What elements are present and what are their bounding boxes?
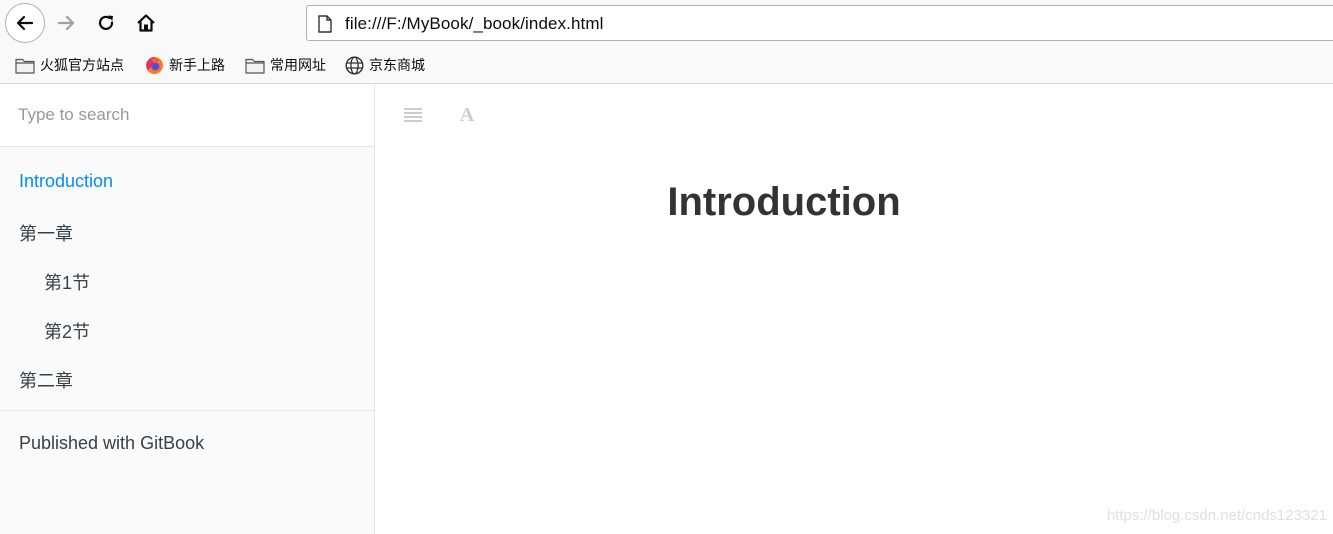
- toc-item-section-1[interactable]: 第1节: [44, 269, 90, 295]
- arrow-right-icon: [57, 15, 75, 31]
- folder-icon: [245, 58, 265, 74]
- search-input[interactable]: [0, 84, 374, 146]
- folder-icon: [15, 58, 35, 74]
- toc-item-chapter-1[interactable]: 第一章: [19, 220, 73, 246]
- globe-icon: [345, 55, 364, 75]
- home-icon: [137, 14, 155, 32]
- home-button[interactable]: [126, 3, 166, 43]
- page-title: Introduction: [667, 180, 901, 224]
- bookmark-getting-started[interactable]: 新手上路: [145, 55, 225, 75]
- toggle-sidebar-button[interactable]: [400, 102, 426, 128]
- menu-icon: [404, 108, 422, 122]
- arrow-left-icon: [16, 15, 34, 31]
- bookmarks-bar: 火狐官方站点 新手上路 常用网址 京东商城: [0, 46, 1333, 84]
- font-icon: A: [459, 103, 475, 126]
- url-text: file:///F:/MyBook/_book/index.html: [345, 14, 604, 33]
- toc-item-section-2[interactable]: 第2节: [44, 318, 90, 344]
- bookmark-label: 新手上路: [169, 57, 225, 73]
- bookmark-jd-mall[interactable]: 京东商城: [345, 55, 425, 75]
- forward-button[interactable]: [46, 3, 86, 43]
- firefox-icon: [146, 56, 163, 74]
- book-sidebar: Introduction 第一章 第1节 第2节 第二章 Published w…: [0, 84, 375, 534]
- reload-button[interactable]: [86, 3, 126, 43]
- url-bar[interactable]: file:///F:/MyBook/_book/index.html: [306, 5, 1333, 41]
- font-settings-button[interactable]: A: [454, 102, 480, 128]
- bookmark-label: 京东商城: [369, 57, 425, 73]
- bookmark-label: 火狐官方站点: [40, 57, 124, 73]
- toc-item-introduction[interactable]: Introduction: [19, 171, 113, 192]
- toc-item-chapter-2[interactable]: 第二章: [19, 367, 73, 393]
- bookmark-common-sites[interactable]: 常用网址: [245, 55, 326, 75]
- watermark: https://blog.csdn.net/cnds123321: [1106, 507, 1327, 524]
- search-box: [0, 84, 374, 147]
- back-button[interactable]: [5, 3, 45, 43]
- sidebar-divider: [0, 410, 374, 411]
- book-header: A: [375, 84, 1333, 144]
- browser-toolbar: file:///F:/MyBook/_book/index.html: [0, 0, 1333, 46]
- published-with-gitbook-link[interactable]: Published with GitBook: [19, 433, 204, 454]
- bookmark-label: 常用网址: [270, 57, 326, 73]
- reload-icon: [98, 15, 114, 30]
- bookmark-firefox-site[interactable]: 火狐官方站点: [15, 55, 124, 75]
- page-icon: [318, 15, 332, 33]
